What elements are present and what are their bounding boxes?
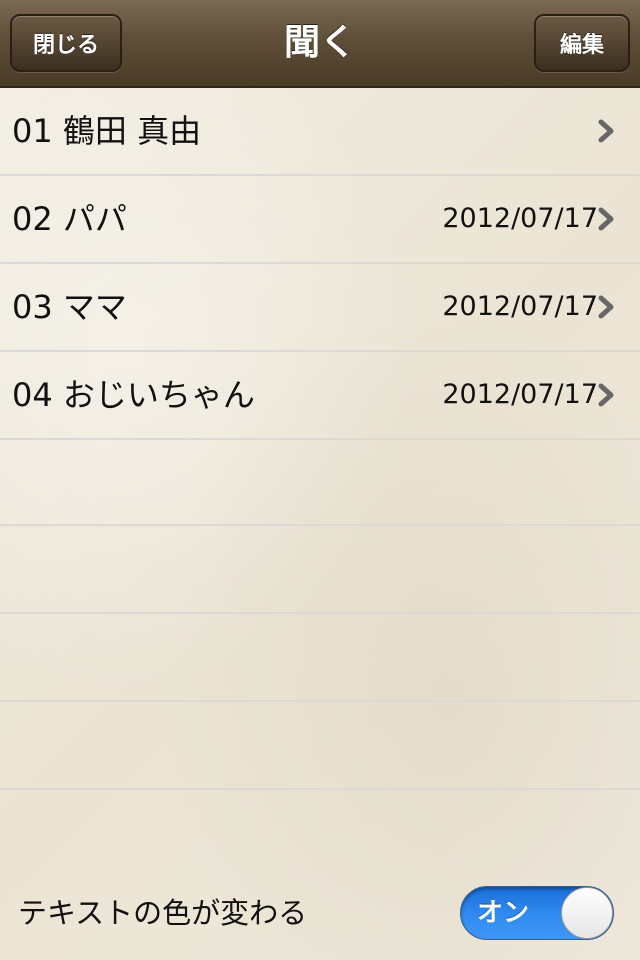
text-color-toggle-label: テキストの色が変わる [18, 896, 308, 930]
list-item-date: 2012/07/17 [442, 291, 598, 322]
row-divider [0, 700, 640, 702]
chevron-right-icon [598, 207, 614, 231]
list-item-date: 2012/07/17 [442, 379, 598, 410]
list-item[interactable]: 02 パパ 2012/07/17 [0, 176, 640, 264]
row-divider [0, 612, 640, 614]
list-item[interactable]: 04 おじいちゃん 2012/07/17 [0, 352, 640, 440]
list-item-label: 01 鶴田 真由 [12, 112, 202, 150]
chevron-right-icon [598, 383, 614, 407]
chevron-right-icon [598, 295, 614, 319]
list-item[interactable]: 03 ママ 2012/07/17 [0, 264, 640, 352]
row-divider [0, 788, 640, 790]
list-item-date: 2012/07/17 [442, 203, 598, 234]
chevron-right-icon [598, 119, 614, 143]
row-divider [0, 524, 640, 526]
navigation-bar: 閉じる 聞く 編集 [0, 0, 640, 88]
toggle-state-label: オン [477, 898, 530, 928]
list-item[interactable]: 01 鶴田 真由 [0, 88, 640, 176]
toggle-knob[interactable] [561, 887, 613, 939]
text-color-toggle[interactable]: オン [460, 886, 614, 940]
list-item-label: 04 おじいちゃん [12, 376, 255, 414]
list-item-label: 02 パパ [12, 200, 127, 238]
list-background: 01 鶴田 真由 02 パパ 2012/07/17 03 ママ 2012/07/… [0, 88, 640, 960]
edit-button[interactable]: 編集 [534, 14, 630, 72]
list-item-label: 03 ママ [12, 288, 127, 326]
close-button[interactable]: 閉じる [10, 14, 122, 72]
page-title: 聞く [283, 22, 356, 63]
